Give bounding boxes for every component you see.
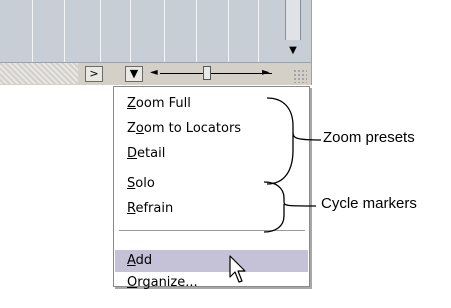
- zoom-presets-callout: Zoom presets: [323, 129, 415, 146]
- zoom-presets-brace: [266, 97, 322, 185]
- zoom-in-arrow-icon[interactable]: ►: [262, 65, 270, 81]
- menu-item-label: Add: [127, 253, 153, 268]
- grid-line: [228, 0, 229, 62]
- zoom-presets-menu-button[interactable]: ▼: [125, 66, 143, 82]
- zoom-slider[interactable]: ◄ ►: [150, 65, 272, 81]
- menu-item-label: Organize...: [127, 275, 198, 290]
- vertical-scrollbar[interactable]: ▼: [275, 0, 311, 62]
- scroll-right-button[interactable]: >: [85, 66, 103, 82]
- horizontal-scroll-track[interactable]: [0, 63, 78, 84]
- chevron-right-icon: >: [89, 67, 99, 80]
- scroll-down-icon[interactable]: ▼: [280, 45, 306, 59]
- resize-grip-icon[interactable]: [293, 69, 307, 83]
- cycle-markers-brace: [263, 181, 317, 233]
- grid-line: [258, 0, 259, 62]
- menu-item-label: Zoom to Locators: [127, 121, 242, 136]
- menu-item-add[interactable]: Add: [115, 250, 308, 272]
- grid-line: [164, 0, 165, 62]
- grid-line: [32, 0, 33, 62]
- grid-line: [130, 0, 131, 62]
- menu-item-organize[interactable]: Organize...: [115, 274, 308, 294]
- vertical-scroll-thumb[interactable]: [285, 0, 301, 40]
- zoom-out-arrow-icon[interactable]: ◄: [150, 65, 158, 81]
- menu-item-label: Zoom Full: [127, 96, 191, 111]
- bottom-toolbar: > ▼ ◄ ►: [0, 62, 312, 85]
- menu-item-label: Detail: [127, 146, 166, 161]
- mouse-cursor-icon: [229, 255, 246, 283]
- cycle-markers-callout: Cycle markers: [321, 195, 417, 212]
- track-area: [0, 0, 312, 62]
- zoom-slider-track: [160, 73, 272, 74]
- grid-line: [100, 0, 101, 62]
- grid-line: [196, 0, 197, 62]
- chevron-down-icon: ▼: [129, 67, 139, 80]
- menu-item-label: Refrain: [127, 201, 174, 216]
- zoom-slider-thumb[interactable]: [203, 66, 211, 80]
- menu-item-label: Solo: [127, 176, 155, 191]
- grid-line: [64, 0, 65, 62]
